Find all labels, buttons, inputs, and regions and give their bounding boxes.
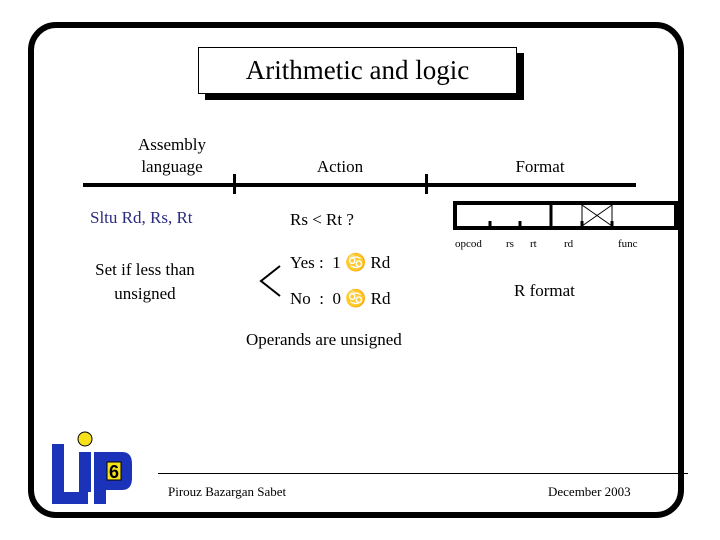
field-label-opcod: opcod (455, 238, 482, 250)
description-line1: Set if less than (95, 260, 195, 279)
field-label-rd: rd (564, 238, 574, 250)
lip6-logo: 6 (52, 431, 132, 504)
format-name: R format (514, 281, 575, 300)
branch-yes: Yes : 1 ♋ Rd (290, 253, 391, 272)
field-label-rt: rt (530, 238, 537, 250)
footer-author: Pirouz Bazargan Sabet (168, 484, 287, 499)
header-action: Action (316, 157, 364, 176)
header-assembly-language: Assembly language (112, 134, 232, 178)
branch-bracket-icon (259, 265, 281, 297)
r-format-diagram (453, 201, 678, 230)
instruction-description: Set if less than unsigned (80, 258, 210, 306)
header-rule (83, 183, 636, 187)
branch-no: No : 0 ♋ Rd (290, 289, 391, 308)
header-assembly-line1: Assembly (138, 135, 206, 154)
logo-digit: 6 (109, 462, 119, 482)
description-line2: unsigned (114, 284, 176, 303)
footer-date: December 2003 (548, 484, 631, 499)
instruction-syntax: Sltu Rd, Rs, Rt (90, 208, 193, 227)
header-separator-1 (233, 174, 236, 194)
footer-rule (158, 473, 688, 474)
condition-text: Rs < Rt ? (290, 210, 354, 229)
field-label-func: func (618, 238, 638, 250)
header-separator-2 (425, 174, 428, 194)
slide-title: Arithmetic and logic (198, 47, 517, 94)
header-assembly-line2: language (141, 157, 203, 176)
field-label-rs: rs (506, 238, 514, 250)
header-format: Format (515, 157, 565, 176)
operands-note: Operands are unsigned (246, 330, 402, 349)
